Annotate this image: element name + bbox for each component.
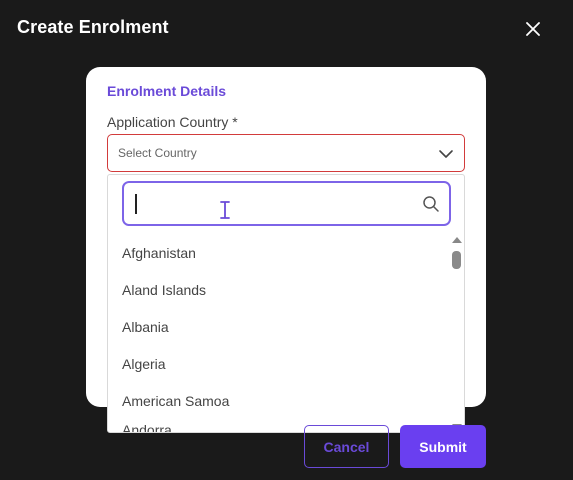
country-search-input[interactable] <box>134 191 414 216</box>
scroll-up-arrow-icon[interactable] <box>452 237 462 243</box>
application-country-label: Application Country * <box>107 114 238 130</box>
search-icon <box>423 196 439 212</box>
scroll-thumb[interactable] <box>452 251 461 269</box>
country-dropdown: Afghanistan Aland Islands Albania Algeri… <box>107 174 465 433</box>
country-option[interactable]: Albania <box>108 309 448 346</box>
text-cursor-icon <box>220 201 230 219</box>
modal-title: Create Enrolment <box>17 17 169 37</box>
close-icon <box>526 22 540 36</box>
country-search-box[interactable] <box>122 181 451 226</box>
text-caret <box>135 194 137 214</box>
country-option[interactable]: Afghanistan <box>108 235 448 272</box>
section-title: Enrolment Details <box>107 83 227 99</box>
country-option-list: Afghanistan Aland Islands Albania Algeri… <box>108 235 448 432</box>
close-button[interactable] <box>522 18 544 40</box>
application-country-select[interactable]: Select Country <box>107 134 465 172</box>
create-enrolment-modal: Create Enrolment Enrolment Details Appli… <box>0 0 573 480</box>
country-option[interactable]: American Samoa <box>108 383 448 420</box>
country-option[interactable]: Aland Islands <box>108 272 448 309</box>
country-option[interactable]: Algeria <box>108 346 448 383</box>
chevron-down-icon <box>439 150 453 158</box>
dropdown-scrollbar[interactable] <box>450 235 464 432</box>
cancel-button[interactable]: Cancel <box>304 425 389 468</box>
submit-button[interactable]: Submit <box>400 425 486 468</box>
country-option[interactable]: Andorra <box>108 420 448 432</box>
select-placeholder: Select Country <box>118 146 197 160</box>
